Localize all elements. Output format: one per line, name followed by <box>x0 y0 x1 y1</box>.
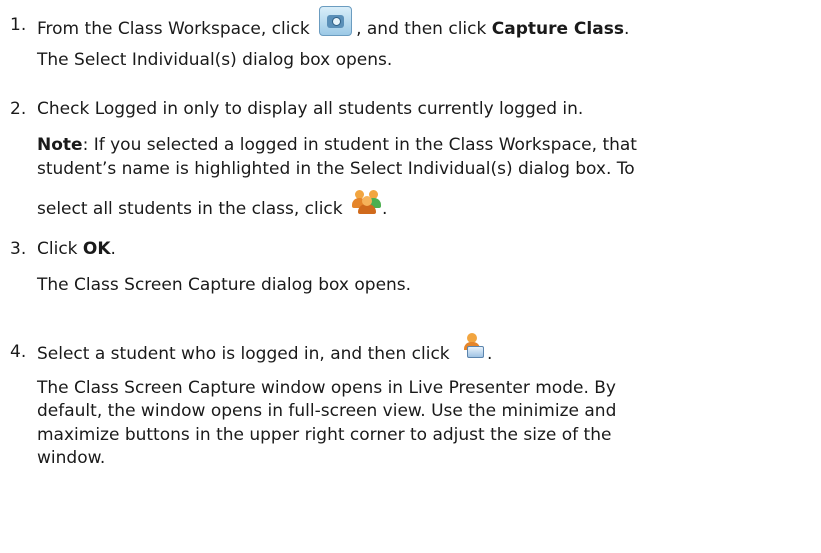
note-text: student’s name is highlighted in the Sel… <box>37 159 635 179</box>
step-text: Check Logged in only to display all stud… <box>37 99 584 119</box>
step-result: The Class Screen Capture dialog box open… <box>37 275 412 295</box>
capture-class-label: Capture Class <box>491 19 624 39</box>
note-line: Note: If you selected a logged in studen… <box>37 134 637 156</box>
step-number: 4. <box>10 342 27 362</box>
step-number: 3. <box>10 239 27 259</box>
step-text: Click <box>37 239 78 259</box>
note-line: select all students in the class, click … <box>37 190 388 222</box>
step-number: 1. <box>10 15 27 35</box>
step-result: window. <box>37 448 106 468</box>
step-text: Select a student who is logged in, and t… <box>37 344 450 364</box>
punctuation: . <box>382 199 388 219</box>
note-label: Note <box>37 135 83 155</box>
step-text: , and then click <box>356 19 487 39</box>
group-users-icon[interactable] <box>352 188 382 214</box>
step-result: default, the window opens in full-screen… <box>37 401 617 421</box>
ok-label: OK <box>82 239 111 259</box>
punctuation: . <box>487 344 493 364</box>
step-result: The Class Screen Capture window opens in… <box>37 378 616 398</box>
step-text: From the Class Workspace, click <box>37 19 310 39</box>
step-3-text: Click OK. <box>37 238 116 260</box>
camera-icon[interactable] <box>319 6 353 36</box>
punctuation: . <box>623 19 630 39</box>
step-4-text: Select a student who is logged in, and t… <box>37 333 493 367</box>
step-1-text: From the Class Workspace, click , and th… <box>37 6 630 44</box>
step-result: The Select Individual(s) dialog box open… <box>37 50 393 70</box>
step-number: 2. <box>10 99 27 119</box>
step-result: maximize buttons in the upper right corn… <box>37 425 612 445</box>
note-text: select all students in the class, click <box>37 199 343 219</box>
live-presenter-icon[interactable] <box>461 333 487 359</box>
punctuation: . <box>110 239 116 259</box>
note-text: : If you selected a logged in student in… <box>82 135 637 155</box>
